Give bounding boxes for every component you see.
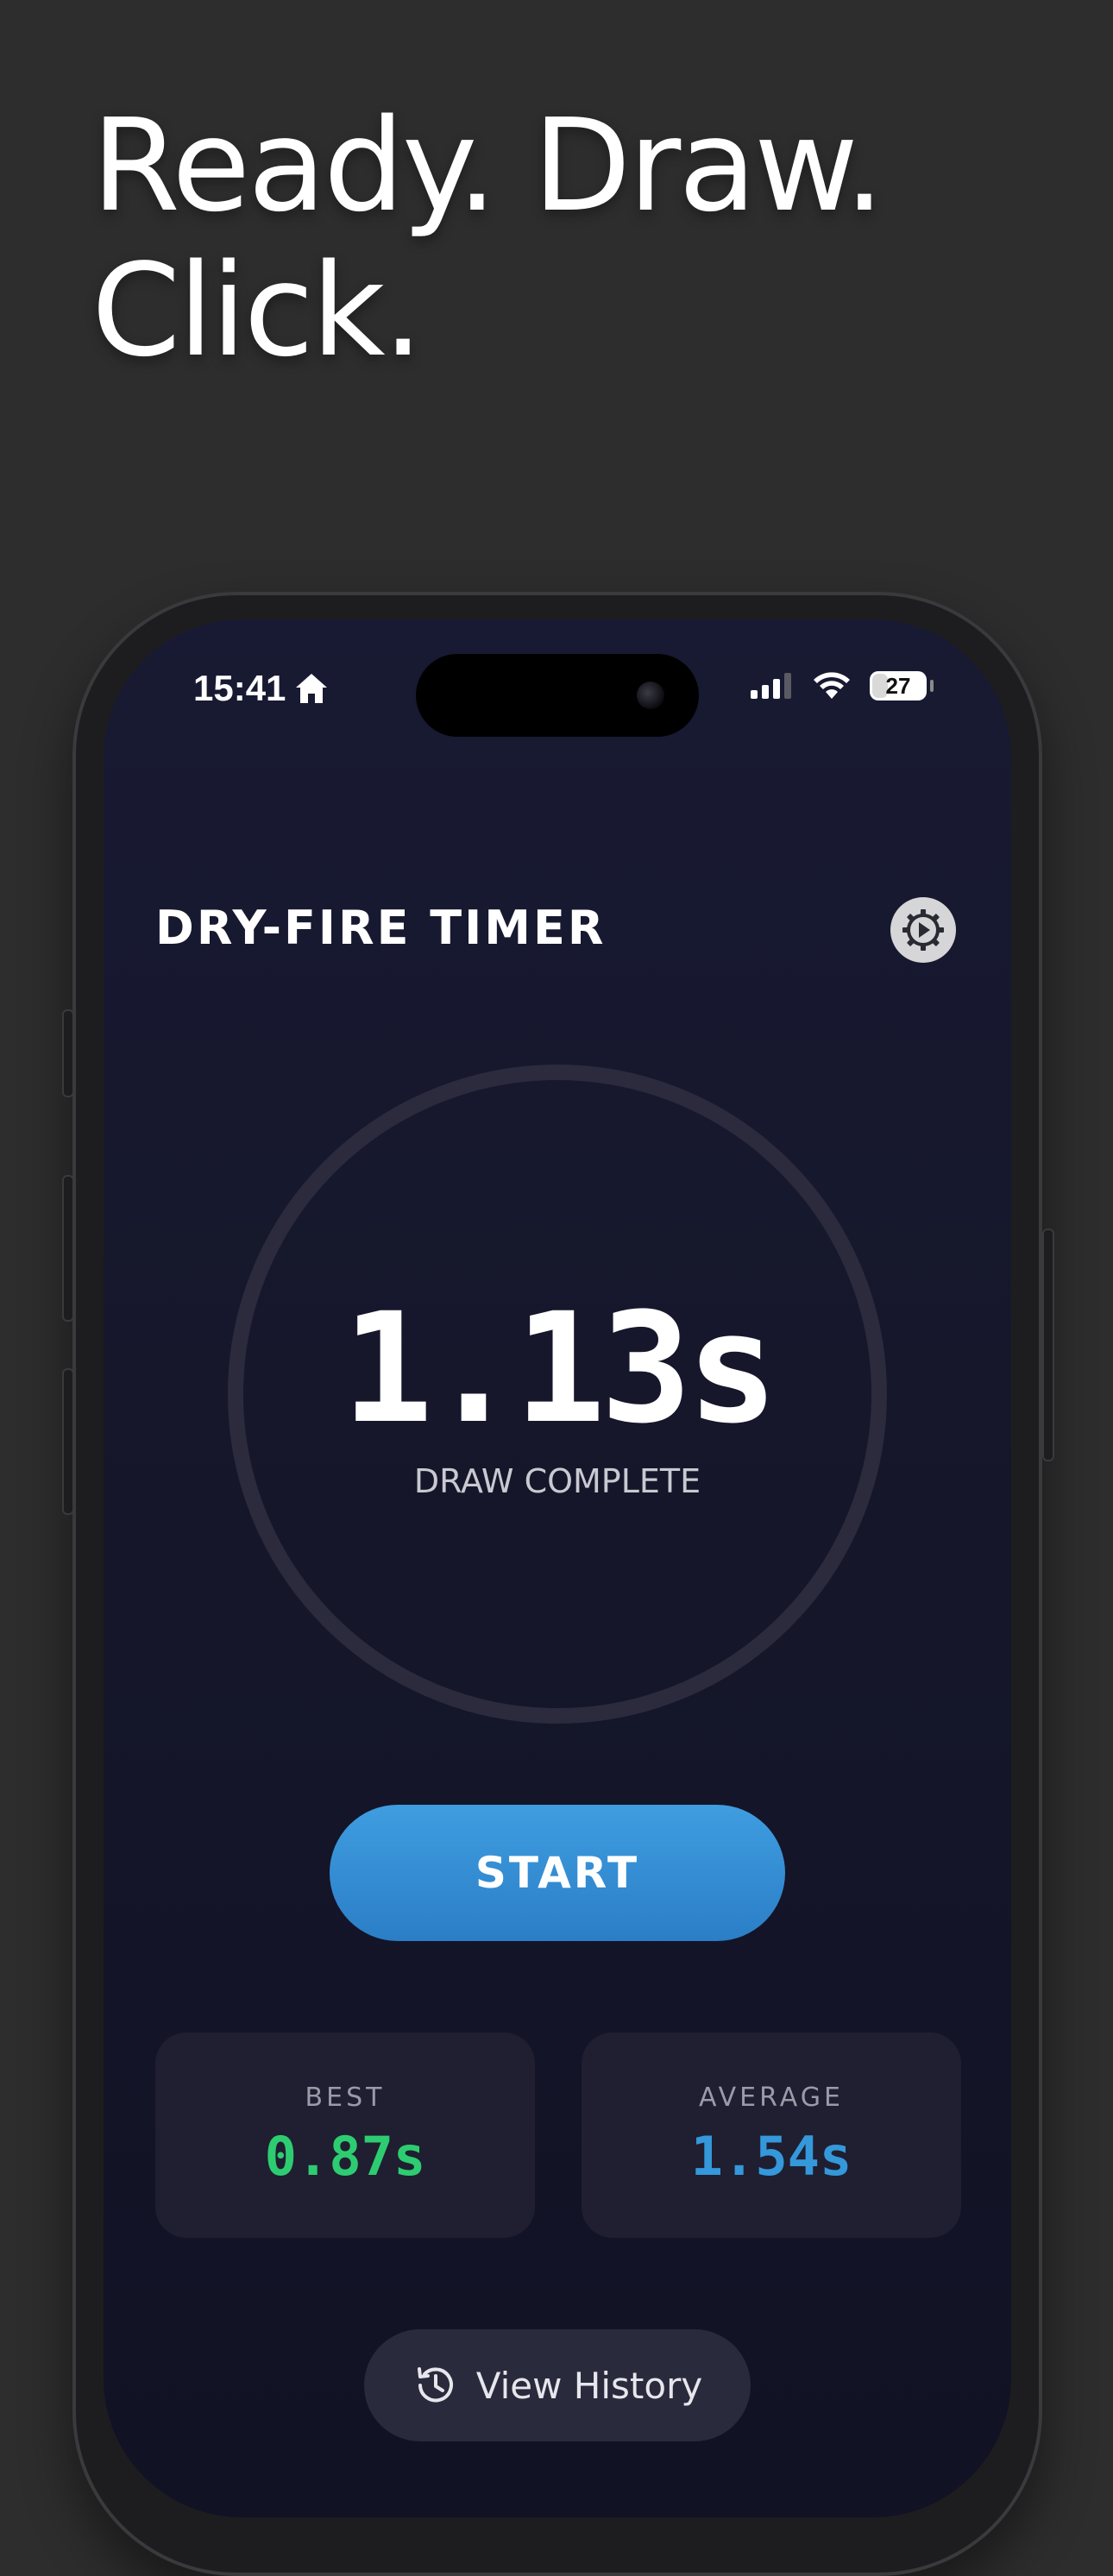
home-icon — [296, 674, 328, 703]
wifi-icon — [814, 672, 850, 699]
phone-screen: 15:41 27 DRY-FIRE TIMER 1.13s DRAW COMPL… — [104, 619, 1011, 2517]
volume-down-button — [62, 1368, 74, 1515]
cellular-signal-icon — [751, 673, 791, 699]
average-time-label: AVERAGE — [699, 2083, 844, 2113]
timer-status: DRAW COMPLETE — [413, 1461, 701, 1500]
best-time-value: 0.87s — [264, 2125, 426, 2188]
view-history-button[interactable]: View History — [364, 2329, 751, 2441]
battery-cap — [930, 680, 934, 692]
marketing-headline: Ready. Draw. Click. — [91, 93, 1041, 383]
view-history-label: View History — [475, 2364, 703, 2407]
best-time-card: BEST 0.87s — [155, 2033, 535, 2238]
clock-text: 15:41 — [193, 668, 286, 708]
dynamic-island — [416, 654, 699, 737]
average-time-value: 1.54s — [690, 2125, 852, 2188]
headline-line-2: Click. — [91, 236, 424, 385]
status-bar-indicators: 27 — [751, 671, 934, 701]
settings-button[interactable] — [890, 897, 956, 963]
start-button[interactable]: START — [330, 1805, 785, 1941]
front-camera — [637, 682, 664, 709]
history-icon — [417, 2367, 453, 2403]
power-button — [1042, 1228, 1054, 1461]
headline-line-1: Ready. Draw. — [91, 91, 884, 240]
action-button — [62, 1009, 74, 1097]
gear-icon — [902, 909, 944, 951]
battery-percent: 27 — [885, 672, 911, 699]
average-time-card: AVERAGE 1.54s — [582, 2033, 961, 2238]
app-title: DRY-FIRE TIMER — [155, 901, 607, 955]
timer-display: 1.13s DRAW COMPLETE — [228, 1065, 887, 1724]
volume-up-button — [62, 1175, 74, 1322]
status-bar-time: 15:41 — [193, 668, 329, 709]
battery-indicator: 27 — [870, 671, 927, 701]
best-time-label: BEST — [305, 2083, 386, 2113]
timer-value: 1.13s — [342, 1279, 778, 1457]
